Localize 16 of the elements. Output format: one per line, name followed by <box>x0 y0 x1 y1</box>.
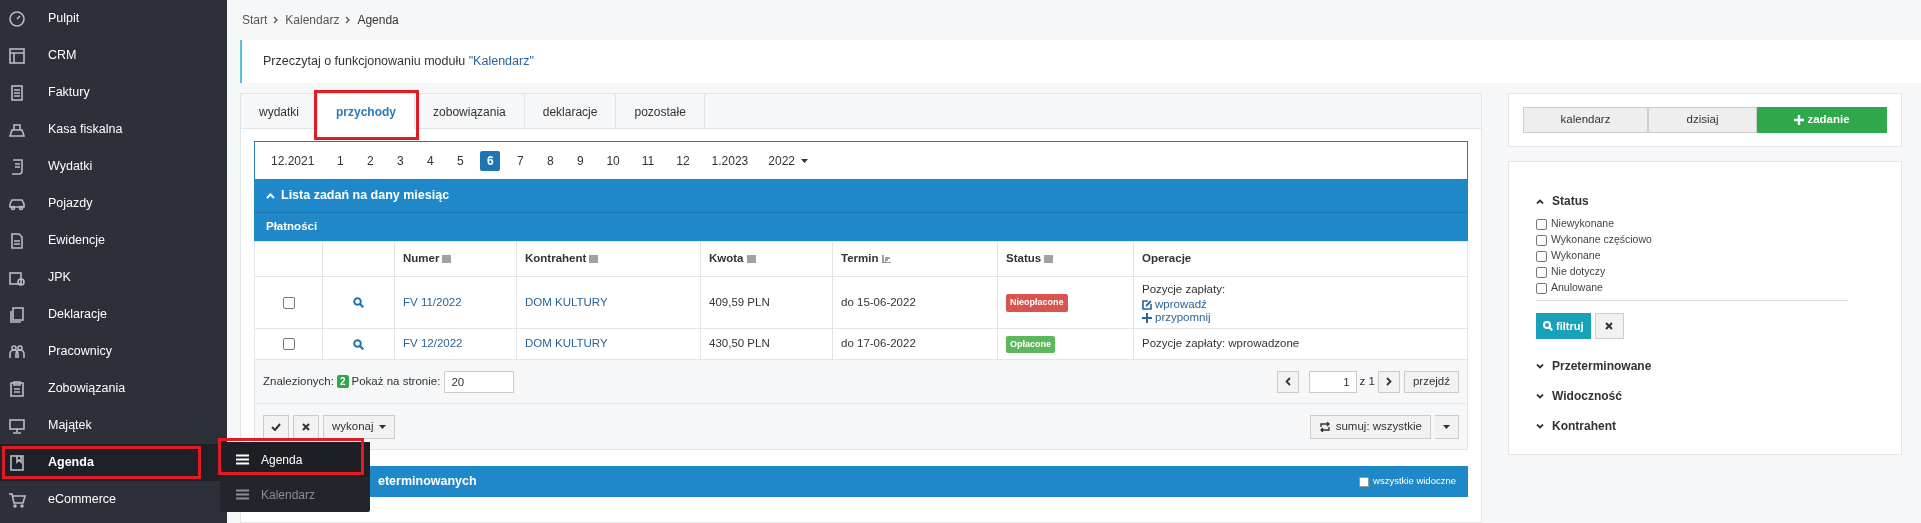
subsection-title: Płatności <box>266 219 318 235</box>
count-badge: 2 <box>336 375 349 388</box>
operations-text: Pozycje zapłaty: wprowadzone <box>1142 336 1301 352</box>
status-badge: Nieopłacone <box>1006 294 1068 312</box>
due-date-text: do 15-06-2022 <box>841 295 916 308</box>
amount-text: 409,59 PLN <box>709 295 770 308</box>
found-label: Znalezionych: <box>263 373 334 389</box>
amount-text: 430,50 PLN <box>709 337 770 350</box>
page-total-text: z 1 <box>1359 373 1375 389</box>
due-date-text: do 17-06-2022 <box>841 337 916 350</box>
status-badge: Opłacone <box>1006 335 1055 354</box>
operations-text: Pozycje zapłaty: <box>1142 281 1227 297</box>
info-text: Przeczytaj o funkcjonowaniu modułu "Kalendarz" <box>263 53 534 70</box>
section-title: Lista zadań na dany miesiąc <box>281 187 450 205</box>
per-page-label: Pokaż na stronie: <box>351 373 441 389</box>
section-title: eterminowanych <box>378 473 477 491</box>
